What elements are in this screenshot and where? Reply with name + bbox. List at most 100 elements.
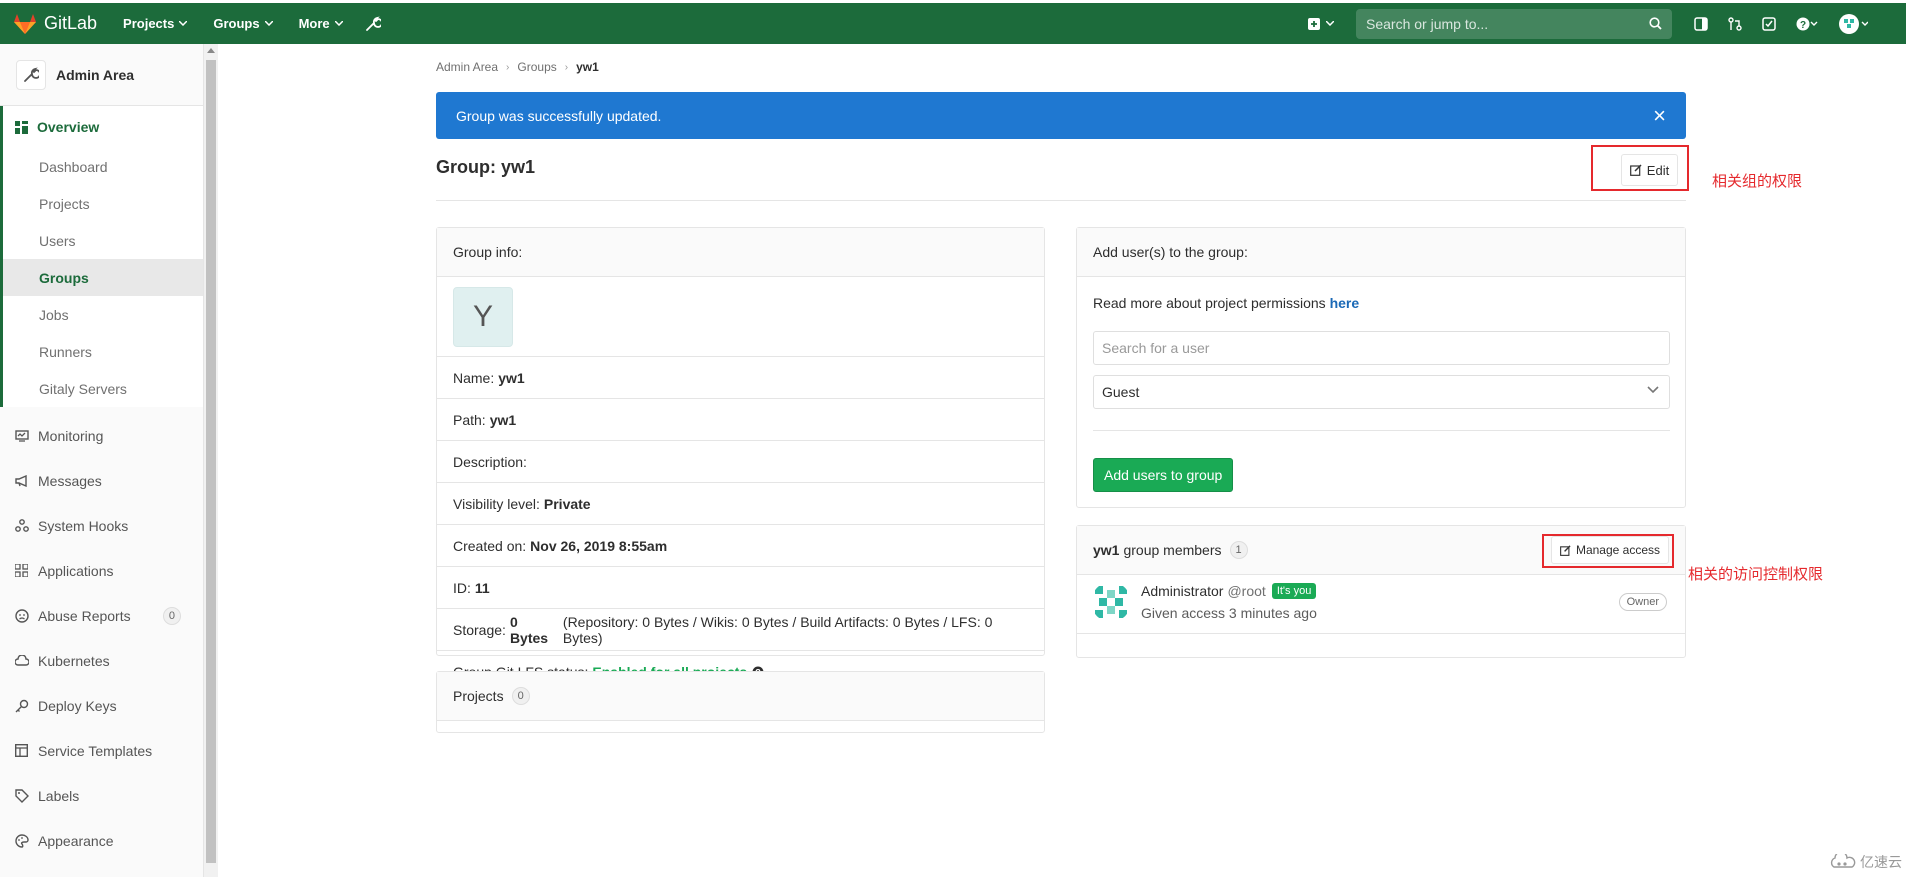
close-icon[interactable]: × xyxy=(1653,104,1666,127)
members-group-name: yw1 xyxy=(1093,542,1120,558)
sidebar-item-service-templates[interactable]: Service Templates xyxy=(0,728,203,773)
sidebar-item-messages[interactable]: Messages xyxy=(0,458,203,503)
sidebar-item-label: Deploy Keys xyxy=(38,697,117,714)
breadcrumb-current[interactable]: yw1 xyxy=(576,60,599,74)
sidebar-item-label: Service Templates xyxy=(38,742,153,759)
hook-icon xyxy=(15,519,29,532)
id-label: ID: xyxy=(453,579,471,596)
projects-panel: Projects 0 xyxy=(436,671,1045,733)
breadcrumb-groups[interactable]: Groups xyxy=(517,60,556,74)
nav-more[interactable]: More xyxy=(299,16,343,31)
description-label: Description: xyxy=(453,453,527,470)
annotation-box-manage xyxy=(1542,534,1674,568)
info-path-row: Path: yw1 xyxy=(437,399,1044,441)
annotation-edit-note: 相关组的权限 xyxy=(1712,172,1803,190)
megaphone-icon xyxy=(15,474,29,487)
member-avatar[interactable] xyxy=(1091,582,1131,622)
its-you-badge: It's you xyxy=(1271,583,1317,599)
sidebar-item-monitoring[interactable]: Monitoring xyxy=(0,413,203,458)
new-item-button[interactable] xyxy=(1308,17,1334,30)
sidebar-item-deploy-keys[interactable]: Deploy Keys xyxy=(0,683,203,728)
permissions-link[interactable]: here xyxy=(1330,295,1360,311)
sidebar-item-kubernetes[interactable]: Kubernetes xyxy=(0,638,203,683)
help-icon[interactable]: ? xyxy=(1796,17,1818,31)
info-description-row: Description: xyxy=(437,441,1044,483)
access-level-value: Guest xyxy=(1102,384,1140,400)
flash-message: Group was successfully updated. xyxy=(456,107,662,124)
members-title: group members xyxy=(1123,542,1222,558)
annotation-manage-note: 相关的访问控制权限 xyxy=(1688,565,1824,583)
sidebar-item-appearance[interactable]: Appearance xyxy=(0,818,203,863)
sidebar-item-system-hooks[interactable]: System Hooks xyxy=(0,503,203,548)
nav-label: Projects xyxy=(123,16,175,31)
page-title: Group: yw1 xyxy=(436,157,536,177)
member-name: Administrator @root It's you xyxy=(1141,583,1317,599)
template-icon xyxy=(15,744,29,757)
merge-request-icon[interactable] xyxy=(1728,16,1742,31)
chevron-down-icon xyxy=(179,21,188,26)
sidebar-item-applications[interactable]: Applications xyxy=(0,548,203,593)
sidebar-item-dashboard[interactable]: Dashboard xyxy=(3,148,203,185)
sidebar-item-groups[interactable]: Groups xyxy=(3,259,203,296)
sidebar-header[interactable]: Admin Area xyxy=(0,44,203,106)
sidebar-overview-section: Overview Dashboard Projects Users Groups… xyxy=(0,106,203,407)
sidebar-item-label: Kubernetes xyxy=(38,652,110,669)
sidebar-toggle-icon[interactable] xyxy=(1694,16,1708,31)
cloud-icon xyxy=(15,654,29,667)
created-label: Created on: xyxy=(453,537,527,554)
sidebar-item-label: Monitoring xyxy=(38,427,104,444)
brand[interactable]: GitLab xyxy=(14,13,97,34)
watermark-text: 亿速云 xyxy=(1860,855,1902,871)
projects-count-badge: 0 xyxy=(511,687,530,705)
sidebar-item-overview[interactable]: Overview xyxy=(3,106,203,148)
flash-notice: Group was successfully updated. × xyxy=(436,92,1686,139)
sidebar-item-label: Applications xyxy=(38,562,114,579)
sidebar-scrollbar-thumb[interactable] xyxy=(206,60,216,863)
sidebar-title: Admin Area xyxy=(56,66,135,83)
sidebar-item-runners[interactable]: Runners xyxy=(3,333,203,370)
nav-groups[interactable]: Groups xyxy=(213,16,273,31)
members-count-badge: 1 xyxy=(1229,541,1248,559)
sidebar-item-jobs[interactable]: Jobs xyxy=(3,296,203,333)
todo-icon[interactable] xyxy=(1762,16,1776,31)
name-label: Name: xyxy=(453,369,495,386)
user-avatar-menu[interactable] xyxy=(1838,13,1868,35)
add-users-button[interactable]: Add users to group xyxy=(1093,458,1234,492)
user-search-input[interactable]: Search for a user xyxy=(1093,331,1670,365)
sidebar-item-gitaly-servers[interactable]: Gitaly Servers xyxy=(3,370,203,407)
chevron-right-icon: › xyxy=(564,61,569,73)
info-visibility-row: Visibility level: Private xyxy=(437,483,1044,525)
nav-projects[interactable]: Projects xyxy=(123,16,188,31)
search-placeholder: Search or jump to... xyxy=(1366,15,1489,32)
chevron-right-icon: › xyxy=(506,61,510,73)
member-display-name[interactable]: Administrator xyxy=(1141,583,1223,599)
permissions-label: Read more about project permissions xyxy=(1093,295,1326,311)
member-role-badge: Owner xyxy=(1618,593,1667,611)
access-level-select[interactable]: Guest xyxy=(1093,375,1670,409)
annotation-box-edit xyxy=(1591,145,1689,191)
key-icon xyxy=(15,699,29,713)
title-divider xyxy=(436,200,1686,201)
visibility-label: Visibility level: xyxy=(453,495,540,512)
user-search-placeholder: Search for a user xyxy=(1102,340,1210,356)
watermark-logo-icon xyxy=(1830,854,1860,870)
form-divider xyxy=(1093,430,1670,431)
admin-sidebar: Admin Area Overview Dashboard Projects U… xyxy=(0,44,204,877)
monitor-icon xyxy=(15,429,29,442)
sidebar-item-projects[interactable]: Projects xyxy=(3,185,203,222)
id-value: 11 xyxy=(474,579,490,596)
sidebar-item-users[interactable]: Users xyxy=(3,222,203,259)
breadcrumb-admin-area[interactable]: Admin Area xyxy=(436,60,498,74)
nav-label: Groups xyxy=(213,16,260,31)
sidebar-item-abuse-reports[interactable]: Abuse Reports 0 xyxy=(0,593,203,638)
search-input[interactable]: Search or jump to... xyxy=(1356,8,1672,39)
sidebar-item-label: Labels xyxy=(38,787,80,804)
chevron-down-icon xyxy=(264,21,273,26)
add-users-panel: Add user(s) to the group: Read more abou… xyxy=(1076,227,1686,508)
sidebar-item-labels[interactable]: Labels xyxy=(0,773,203,818)
abuse-icon xyxy=(15,608,29,623)
scroll-up-arrow-icon[interactable] xyxy=(207,48,215,53)
name-value: yw1 xyxy=(498,369,525,386)
admin-wrench-icon[interactable] xyxy=(365,15,381,32)
sidebar-item-label: Messages xyxy=(38,472,102,489)
